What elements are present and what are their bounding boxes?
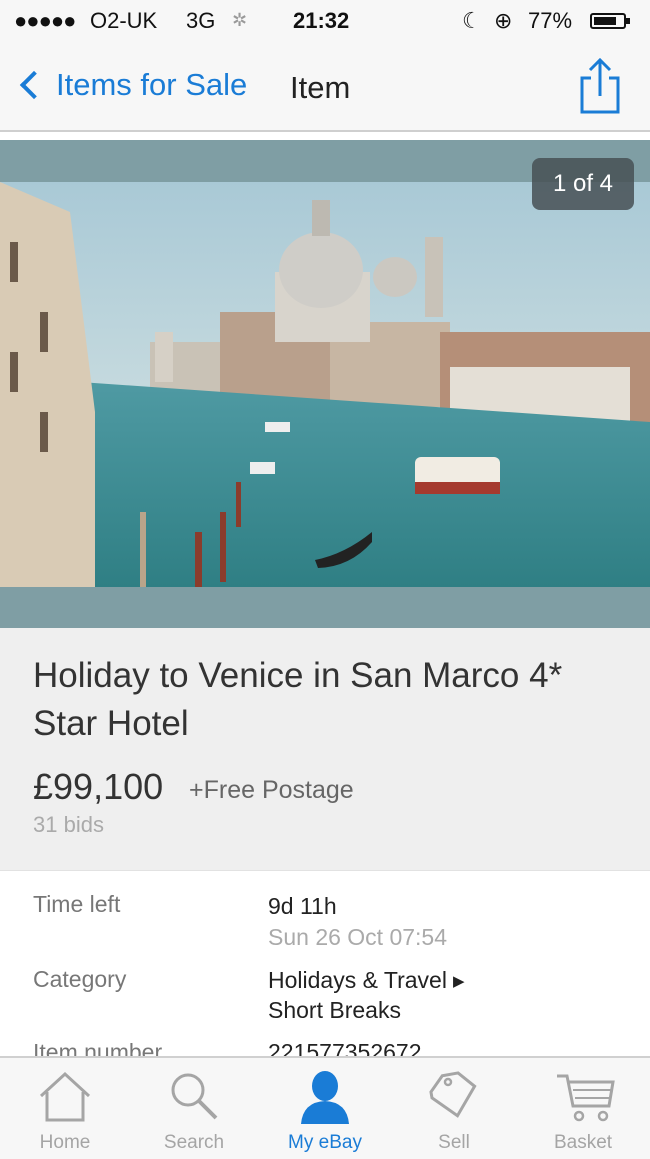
tag-icon xyxy=(429,1071,477,1118)
item-details: Time left 9d 11h Sun 26 Oct 07:54 Catego… xyxy=(0,870,650,1057)
time-left-value: 9d 11h xyxy=(268,893,337,919)
category-line-1: Holidays & Travel xyxy=(268,967,447,993)
search-icon xyxy=(171,1073,218,1120)
status-time: 21:32 xyxy=(293,8,350,33)
navigation-bar: Items for Sale Item xyxy=(0,42,650,132)
item-summary: Holiday to Venice in San Marco 4* Star H… xyxy=(0,628,650,870)
category-label: Category xyxy=(33,966,127,992)
back-button[interactable]: Items for Sale xyxy=(14,60,247,110)
share-icon xyxy=(580,57,620,114)
status-bar: ●●●●● O2-UK 3G ✲ 21:32 ☾ ⊕ 77% xyxy=(0,0,650,42)
basket-icon xyxy=(557,1074,615,1122)
tab-search[interactable]: Search xyxy=(134,1058,254,1159)
item-number-label: Item number xyxy=(33,1039,163,1057)
tab-home[interactable]: Home xyxy=(5,1058,125,1159)
battery-icon xyxy=(590,13,630,29)
tab-basket[interactable]: Basket xyxy=(523,1058,643,1159)
tab-basket-label: Basket xyxy=(553,1132,613,1153)
item-title: Holiday to Venice in San Marco 4* Star H… xyxy=(33,656,563,743)
tab-sell-label: Sell xyxy=(438,1132,470,1153)
end-date: Sun 26 Oct 07:54 xyxy=(268,924,448,950)
category-link[interactable]: Holidays & Travel ▶ xyxy=(268,967,465,994)
carrier-name: O2-UK xyxy=(90,8,158,33)
item-number-value: 221577352672 xyxy=(268,1039,422,1057)
shipping-info: +Free Postage xyxy=(189,776,354,804)
back-label: Items for Sale xyxy=(56,67,248,102)
chevron-left-icon xyxy=(19,70,49,100)
bid-count[interactable]: 31 bids xyxy=(33,812,104,838)
battery-percent: 77% xyxy=(528,8,573,33)
tab-my-ebay[interactable]: My eBay xyxy=(265,1058,385,1159)
item-photo[interactable] xyxy=(0,182,650,587)
rotation-lock-icon: ⊕ xyxy=(494,8,513,33)
page-title: Item xyxy=(290,70,351,105)
item-price: £99,100 xyxy=(33,766,164,807)
tab-bar: Home Search My eBay Sell Basket xyxy=(0,1056,650,1159)
tab-search-label: Search xyxy=(163,1132,225,1153)
chevron-right-icon: ▶ xyxy=(452,973,465,990)
moon-icon: ☾ xyxy=(462,8,482,33)
category-line-2[interactable]: Short Breaks xyxy=(268,997,401,1024)
tab-sell[interactable]: Sell xyxy=(394,1058,514,1159)
home-icon xyxy=(39,1071,91,1122)
person-icon xyxy=(301,1071,349,1124)
activity-icon: ✲ xyxy=(232,10,248,30)
photo-counter: 1 of 4 xyxy=(532,158,634,210)
time-left-label: Time left xyxy=(33,891,121,917)
signal-strength: ●●●●● xyxy=(14,8,76,33)
network-type: 3G xyxy=(186,8,216,33)
tab-my-ebay-label: My eBay xyxy=(288,1132,362,1153)
tab-home-label: Home xyxy=(39,1132,91,1153)
share-button[interactable] xyxy=(574,56,626,116)
